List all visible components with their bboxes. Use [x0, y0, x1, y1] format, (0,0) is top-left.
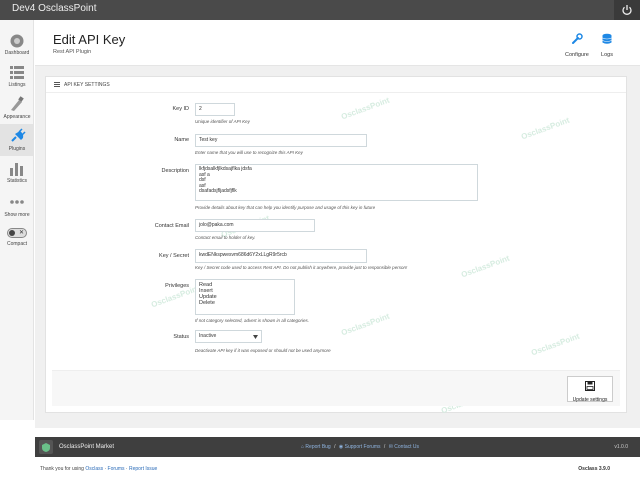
contact-email-hint: Contact email to holder of key.: [195, 235, 256, 240]
sidebar-item-show-more[interactable]: Show more: [0, 190, 34, 222]
status-select[interactable]: Inactive: [195, 330, 262, 343]
envelope-icon: ✉: [388, 444, 393, 450]
osclass-version: Osclass 3.9.0: [578, 466, 610, 472]
dashboard-icon: [10, 34, 24, 48]
key-secret-field[interactable]: kwdENkspwesvm686d6Y2xLLgR9r5rcb: [195, 249, 367, 263]
status-label: Status: [173, 334, 189, 340]
status-hint: Deactivate API key if it was exposed or …: [195, 348, 331, 353]
report-bug-link[interactable]: Report Bug: [305, 444, 330, 450]
sidebar-item-dashboard[interactable]: Dashboard: [0, 28, 34, 60]
description-label: Description: [161, 168, 189, 174]
sidebar-item-statistics[interactable]: Statistics: [0, 156, 34, 188]
sidebar: Dashboard Listings Appearance Plugins St…: [0, 20, 34, 420]
bar-chart-icon: [10, 163, 23, 176]
support-forums-link[interactable]: Support Forums: [345, 444, 381, 450]
osclass-link[interactable]: Osclass: [85, 466, 103, 472]
contact-email-field[interactable]: jolo@paka.com: [195, 219, 315, 232]
footer-thanks: Thank you for using: [40, 466, 84, 472]
update-settings-label: Update settings: [572, 397, 608, 403]
sidebar-item-label: Appearance: [3, 114, 31, 120]
report-issue-link[interactable]: Report Issue: [129, 466, 157, 472]
key-id-field[interactable]: 2: [195, 103, 235, 116]
list-icon: [54, 82, 60, 87]
key-secret-hint: Key / Secret code used to access Rest AP…: [195, 265, 408, 270]
close-icon: ✕: [18, 230, 24, 236]
support-links: ⌂ Report Bug / ◉ Support Forums / ✉ Cont…: [301, 444, 420, 450]
power-icon: [622, 5, 632, 15]
key-secret-label: Key / Secret: [159, 253, 189, 259]
description-line: dsafadsjfljadsfjflk: [199, 188, 237, 194]
sidebar-item-appearance[interactable]: Appearance: [0, 92, 34, 124]
site-title[interactable]: Dev4 OsclassPoint: [12, 3, 96, 14]
page-subtitle: Rest API Plugin: [53, 49, 92, 55]
contact-email-label: Contact Email: [154, 223, 189, 229]
sidebar-item-label: Statistics: [6, 178, 27, 184]
wrench-icon: [571, 33, 583, 44]
page-footer: Thank you for using Osclass · Forums · R…: [40, 466, 158, 472]
save-icon: [585, 381, 595, 391]
compact-toggle[interactable]: ✕: [7, 228, 27, 238]
privilege-option-delete[interactable]: Delete: [199, 300, 291, 306]
logs-label: Logs: [601, 52, 613, 58]
plugin-version: v1.0.0: [614, 444, 628, 450]
description-textarea[interactable]: lkfjdsalkfjlkdsajflka jdsfa asf a dsf as…: [195, 164, 478, 201]
plug-icon: [11, 128, 26, 142]
privileges-label: Privileges: [165, 283, 189, 289]
eye-icon: ◉: [338, 444, 344, 450]
sidebar-item-plugins[interactable]: Plugins: [0, 124, 34, 156]
sidebar-item-listings[interactable]: Listings: [0, 60, 34, 92]
configure-label: Configure: [565, 52, 589, 58]
chevron-down-icon: [253, 335, 258, 339]
home-icon: ⌂: [301, 444, 305, 450]
top-bar: Dev4 OsclassPoint: [0, 0, 640, 20]
more-dots-icon: [10, 200, 24, 204]
name-hint: Enter name that you will use to recogniz…: [195, 150, 303, 155]
sidebar-item-label: Listings: [8, 82, 26, 88]
sidebar-item-label: Show more: [4, 212, 30, 218]
name-field[interactable]: Test key: [195, 134, 367, 147]
market-brand-name: OsclassPoint Market: [59, 444, 115, 450]
market-brand[interactable]: OsclassPoint Market: [35, 437, 119, 457]
page-header: Edit API Key Rest API Plugin Configure L…: [35, 20, 640, 66]
brush-icon: [11, 96, 24, 111]
sidebar-item-label: Dashboard: [4, 50, 30, 56]
compact-label: Compact: [6, 241, 27, 247]
key-id-label: Key ID: [172, 106, 189, 112]
form-actions: [52, 370, 620, 406]
configure-button[interactable]: Configure: [565, 32, 589, 58]
privileges-hint: If not category selected, advert is show…: [195, 318, 310, 323]
power-button[interactable]: [614, 0, 640, 20]
api-key-settings-panel: API KEY SETTINGS: [45, 76, 627, 413]
bottom-bar: OsclassPoint Market ⌂ Report Bug / ◉ Sup…: [35, 437, 640, 457]
sidebar-item-label: Plugins: [8, 146, 26, 152]
panel-header: API KEY SETTINGS: [46, 77, 626, 93]
list-icon: [10, 66, 24, 79]
logs-button[interactable]: Logs: [601, 32, 613, 58]
forums-link[interactable]: Forums: [108, 466, 125, 472]
contact-us-link[interactable]: Contact Us: [394, 444, 419, 450]
privileges-listbox[interactable]: Read Insert Update Delete: [195, 279, 295, 315]
update-settings-button[interactable]: Update settings: [567, 376, 613, 403]
description-hint: Provide details about key that can help …: [195, 205, 376, 210]
status-selected-value: Inactive: [199, 333, 217, 339]
toggle-knob: [9, 230, 15, 236]
osclasspoint-logo-icon: [39, 440, 53, 454]
panel-title: API KEY SETTINGS: [64, 82, 110, 88]
key-id-hint: Unique identifier of API Key: [195, 119, 250, 124]
database-icon: [602, 33, 612, 44]
page-title: Edit API Key: [53, 32, 126, 47]
name-label: Name: [174, 137, 189, 143]
